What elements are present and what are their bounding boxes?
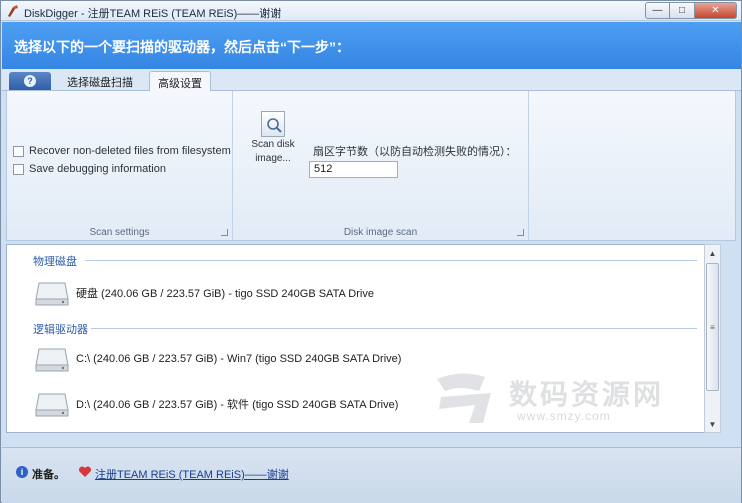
register-link[interactable]: 注册TEAM REiS (TEAM REiS)——谢谢 [95, 466, 289, 482]
save-debugging-option[interactable]: Save debugging information [13, 163, 166, 175]
ribbon-tabs: ? 选择磁盘扫描 高级设置 [2, 69, 741, 92]
scan-settings-group-label: Scan settings [89, 227, 150, 238]
drive-item-d[interactable]: D:\ (240.06 GB / 223.57 GiB) - 软件 (tigo … [35, 390, 398, 418]
drive-list[interactable]: 物理磁盘 硬盘 (240.06 GB / 223.57 GiB) - tigo … [6, 244, 721, 433]
recover-nondeleted-option[interactable]: Recover non-deleted files from filesyste… [13, 145, 231, 157]
disk-image-scan-group-label: Disk image scan [343, 227, 418, 238]
physical-disks-divider [85, 260, 697, 261]
logical-drives-header: 逻辑驱动器 [33, 324, 88, 336]
disk-image-scan-group: Scan disk image... 扇区字节数（以防自动检测失败的情况）： 5… [233, 91, 529, 240]
scroll-down-icon[interactable]: ▼ [705, 417, 720, 431]
tab-advanced-settings[interactable]: 高级设置 [149, 71, 211, 92]
drive-list-scrollbar[interactable]: ▲ ≡ ▼ [704, 244, 721, 433]
drive-label: 硬盘 (240.06 GB / 223.57 GiB) - tigo SSD 2… [76, 288, 374, 300]
scan-disk-image-label-line2: image... [255, 153, 291, 164]
drive-label: D:\ (240.06 GB / 223.57 GiB) - 软件 (tigo … [76, 399, 399, 411]
heart-icon [78, 466, 92, 477]
recover-nondeleted-label: Recover non-deleted files from filesyste… [29, 145, 231, 157]
scan-disk-image-button[interactable]: Scan disk image... [248, 111, 298, 166]
close-button[interactable]: ✕ [695, 2, 737, 19]
ribbon-panel: Recover non-deleted files from filesyste… [6, 91, 736, 241]
sector-size-input[interactable]: 512 [309, 161, 398, 178]
sector-size-label: 扇区字节数（以防自动检测失败的情况）： [313, 146, 517, 158]
maximize-button[interactable]: □ [670, 2, 695, 19]
drive-item-physical-disk[interactable]: 硬盘 (240.06 GB / 223.57 GiB) - tigo SSD 2… [35, 279, 374, 307]
instruction-banner: 选择以下的一个要扫描的驱动器，然后点击“下一步”： [2, 22, 741, 69]
scan-settings-launcher-icon[interactable] [221, 229, 228, 236]
window-controls: — □ ✕ [645, 2, 737, 19]
save-debugging-label: Save debugging information [29, 163, 166, 175]
help-menu-button[interactable]: ? [9, 72, 51, 90]
drive-item-c[interactable]: C:\ (240.06 GB / 223.57 GiB) - Win7 (tig… [35, 345, 401, 373]
logical-drives-divider [91, 328, 697, 329]
diskdigger-app-icon [8, 5, 18, 17]
scrollbar-thumb[interactable]: ≡ [706, 263, 719, 391]
scroll-up-icon[interactable]: ▲ [705, 246, 720, 260]
disk-image-magnifier-icon [261, 111, 285, 137]
hard-drive-icon [35, 348, 69, 372]
disk-image-scan-launcher-icon[interactable] [517, 229, 524, 236]
recover-nondeleted-checkbox[interactable] [13, 145, 24, 157]
scan-settings-group: Recover non-deleted files from filesyste… [7, 91, 233, 240]
drive-label: C:\ (240.06 GB / 223.57 GiB) - Win7 (tig… [76, 353, 402, 365]
physical-disks-header: 物理磁盘 [33, 256, 77, 268]
scan-disk-image-label-line1: Scan disk [251, 139, 295, 150]
hard-drive-icon [35, 393, 69, 417]
save-debugging-checkbox[interactable] [13, 163, 24, 175]
minimize-button[interactable]: — [645, 2, 670, 19]
tab-select-disk[interactable]: 选择磁盘扫描 [59, 71, 141, 91]
diskdigger-window: DiskDigger - 注册TEAM REiS (TEAM REiS)——谢谢… [0, 0, 742, 503]
window-title: DiskDigger - 注册TEAM REiS (TEAM REiS)——谢谢 [24, 8, 282, 20]
status-text: 准备。 [32, 469, 65, 481]
help-icon: ? [24, 75, 36, 87]
title-bar[interactable]: DiskDigger - 注册TEAM REiS (TEAM REiS)——谢谢… [1, 1, 741, 21]
hard-drive-icon [35, 282, 69, 306]
instruction-text: 选择以下的一个要扫描的驱动器，然后点击“下一步”： [14, 39, 350, 55]
info-icon: i [16, 466, 28, 478]
status-bar: i 准备。 注册TEAM REiS (TEAM REiS)——谢谢 [2, 447, 741, 503]
